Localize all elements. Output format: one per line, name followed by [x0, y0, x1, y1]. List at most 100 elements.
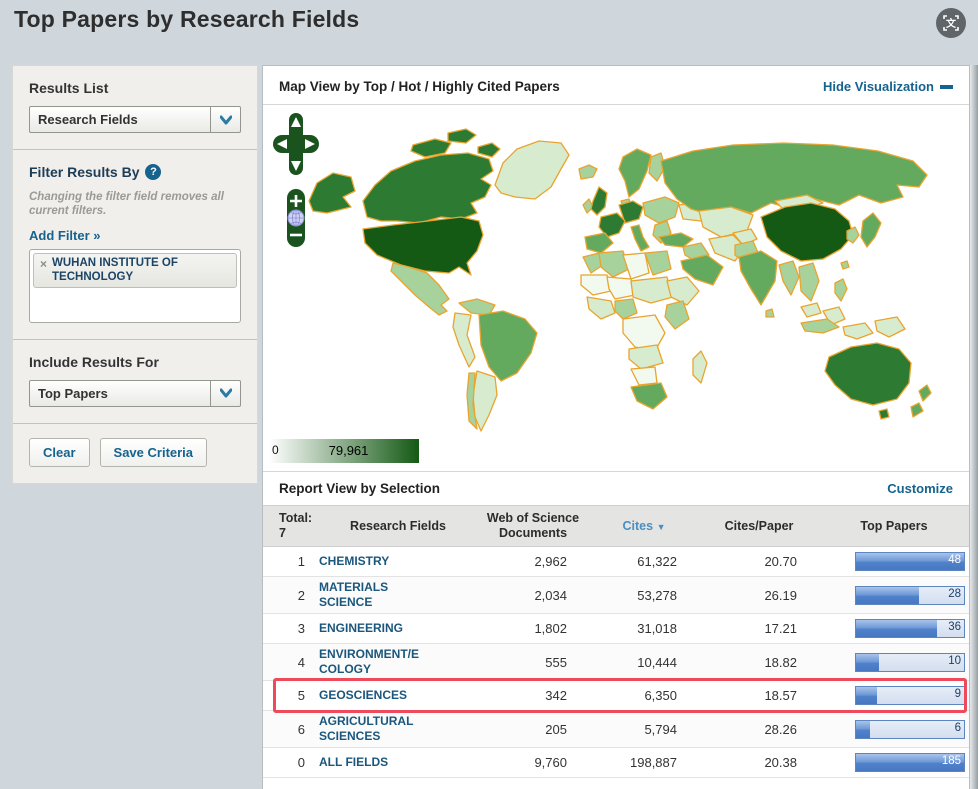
results-list-dropdown[interactable]: Research Fields — [29, 106, 241, 133]
row-documents: 9,760 — [534, 755, 567, 770]
row-documents: 205 — [545, 721, 567, 737]
row-rank: 4 — [297, 654, 305, 670]
vertical-scrollbar[interactable] — [970, 65, 978, 789]
row-field-link[interactable]: CHEMISTRY — [319, 554, 477, 569]
row-field-link[interactable]: ALL FIELDS — [319, 755, 477, 770]
row-top-papers-cell: 48 — [819, 552, 969, 571]
row-top-papers-cell: 185 — [819, 753, 969, 772]
row-documents: 555 — [545, 654, 567, 670]
top-papers-bar-value: 36 — [948, 621, 961, 633]
sidebar: Results List Research Fields Filter Resu… — [12, 65, 258, 484]
filter-heading-label: Filter Results By — [29, 164, 140, 180]
table-row: 3 ENGINEERING 1,802 31,018 17.21 36 — [263, 614, 969, 644]
column-header-top-papers[interactable]: Top Papers — [819, 519, 969, 534]
row-documents: 1,802 — [534, 621, 567, 636]
clear-button[interactable]: Clear — [29, 437, 90, 467]
save-criteria-button[interactable]: Save Criteria — [99, 437, 208, 467]
translate-button[interactable]: 文 — [936, 8, 966, 38]
translate-icon: 文 — [943, 15, 959, 31]
sort-descending-icon: ▼ — [656, 521, 666, 532]
top-papers-bar-value: 6 — [954, 721, 961, 734]
main-panel: Map View by Top / Hot / Highly Cited Pap… — [262, 65, 970, 789]
row-rank: 5 — [297, 688, 305, 703]
table-row: 6 AGRICULTURAL SCIENCES 205 5,794 28.26 … — [263, 711, 969, 748]
customize-link[interactable]: Customize — [887, 481, 953, 496]
legend-max-label: 79,961 — [328, 443, 369, 458]
row-cites-per-paper: 26.19 — [764, 587, 797, 603]
page-title: Top Papers by Research Fields — [14, 6, 360, 32]
top-papers-bar-value: 28 — [948, 587, 961, 600]
row-rank: 2 — [297, 587, 305, 603]
row-rank: 1 — [297, 554, 305, 569]
report-table-header: Total: 7 Research Fields Web of Science … — [263, 505, 969, 547]
row-cites: 6,350 — [644, 688, 677, 703]
row-cites: 61,322 — [637, 554, 677, 569]
results-list-section: Results List Research Fields — [13, 66, 257, 149]
include-results-heading: Include Results For — [29, 353, 159, 370]
top-papers-bar-fill — [856, 653, 879, 671]
map-legend-gradient: 0 79,961 — [269, 439, 419, 463]
row-field-link[interactable]: MATERIALS SCIENCE — [319, 580, 477, 610]
report-view-title: Report View by Selection — [279, 481, 441, 496]
filter-chip-label: WUHAN INSTITUTE OF TECHNOLOGY — [52, 256, 178, 283]
row-field-link[interactable]: AGRICULTURAL SCIENCES — [319, 714, 477, 744]
top-papers-bar: 10 — [855, 652, 965, 672]
hide-visualization-link[interactable]: Hide Visualization — [823, 79, 953, 94]
sidebar-buttons: Clear Save Criteria — [13, 422, 257, 483]
include-results-dropdown[interactable]: Top Papers — [29, 379, 241, 407]
map-view-title: Map View by Top / Hot / Highly Cited Pap… — [279, 79, 560, 94]
results-list-heading: Results List — [29, 80, 109, 96]
world-map[interactable] — [263, 105, 969, 435]
svg-text:文: 文 — [946, 17, 957, 30]
row-cites-per-paper: 20.70 — [764, 554, 797, 569]
filter-section: Filter Results By ? Changing the filter … — [13, 149, 257, 339]
filter-note: Changing the filter field removes all cu… — [29, 191, 224, 218]
results-list-dropdown-arrow[interactable] — [210, 107, 240, 132]
report-view-header: Report View by Selection Customize — [263, 472, 969, 505]
include-results-dropdown-arrow[interactable] — [210, 380, 240, 406]
add-filter-link[interactable]: Add Filter » — [29, 228, 101, 243]
active-filters-box: × WUHAN INSTITUTE OF TECHNOLOGY — [29, 248, 241, 323]
top-papers-bar-value: 9 — [954, 688, 961, 700]
row-field-link[interactable]: ENVIRONMENT/E COLOGY — [319, 647, 477, 677]
column-header-cites-sorted[interactable]: Cites ▼ — [589, 519, 699, 534]
table-row: 1 CHEMISTRY 2,962 61,322 20.70 48 — [263, 547, 969, 577]
table-row: 4 ENVIRONMENT/E COLOGY 555 10,444 18.82 … — [263, 644, 969, 681]
include-results-section: Include Results For Top Papers — [13, 338, 257, 423]
hide-visualization-label: Hide Visualization — [822, 79, 934, 94]
top-papers-bar-fill — [856, 586, 919, 604]
row-top-papers-cell: 36 — [819, 619, 969, 638]
column-header-wos-documents[interactable]: Web of Science Documents — [477, 511, 589, 541]
map-pan-control[interactable] — [273, 113, 319, 175]
map-legend: 0 79,961 — [263, 435, 969, 472]
top-papers-bar: 36 — [855, 619, 965, 638]
row-documents: 2,962 — [534, 554, 567, 569]
top-papers-bar-value: 185 — [941, 755, 961, 767]
total-label: Total: — [279, 511, 313, 525]
map-view-header: Map View by Top / Hot / Highly Cited Pap… — [263, 66, 969, 105]
row-field-link[interactable]: ENGINEERING — [319, 621, 477, 636]
row-rank: 0 — [297, 755, 305, 770]
row-top-papers-cell: 6 — [819, 719, 969, 739]
remove-filter-icon[interactable]: × — [40, 257, 47, 271]
row-cites-per-paper: 18.82 — [764, 654, 797, 670]
filter-chip-wuhan-institute[interactable]: × WUHAN INSTITUTE OF TECHNOLOGY — [33, 252, 237, 289]
include-results-selected-value: Top Papers — [38, 385, 108, 401]
top-papers-bar-fill — [856, 620, 937, 637]
row-field-link[interactable]: GEOSCIENCES — [319, 688, 477, 703]
column-header-research-fields[interactable]: Research Fields — [319, 519, 477, 534]
row-cites: 53,278 — [637, 587, 677, 603]
column-header-cites-per-paper[interactable]: Cites/Paper — [699, 519, 819, 534]
collapse-minus-icon — [940, 84, 953, 89]
content-area: Results List Research Fields Filter Resu… — [12, 65, 970, 789]
report-table-body: 1 CHEMISTRY 2,962 61,322 20.70 48 2 MATE… — [263, 547, 969, 778]
row-rank: 6 — [297, 721, 305, 737]
row-rank: 3 — [297, 621, 305, 636]
help-icon[interactable]: ? — [145, 164, 162, 180]
map-zoom-control[interactable] — [287, 189, 305, 247]
page-header: Top Papers by Research Fields — [0, 0, 978, 58]
cites-header-label: Cites — [622, 518, 654, 533]
row-cites-per-paper: 28.26 — [764, 721, 797, 737]
row-documents: 342 — [545, 688, 567, 703]
top-papers-bar: 9 — [855, 686, 965, 705]
